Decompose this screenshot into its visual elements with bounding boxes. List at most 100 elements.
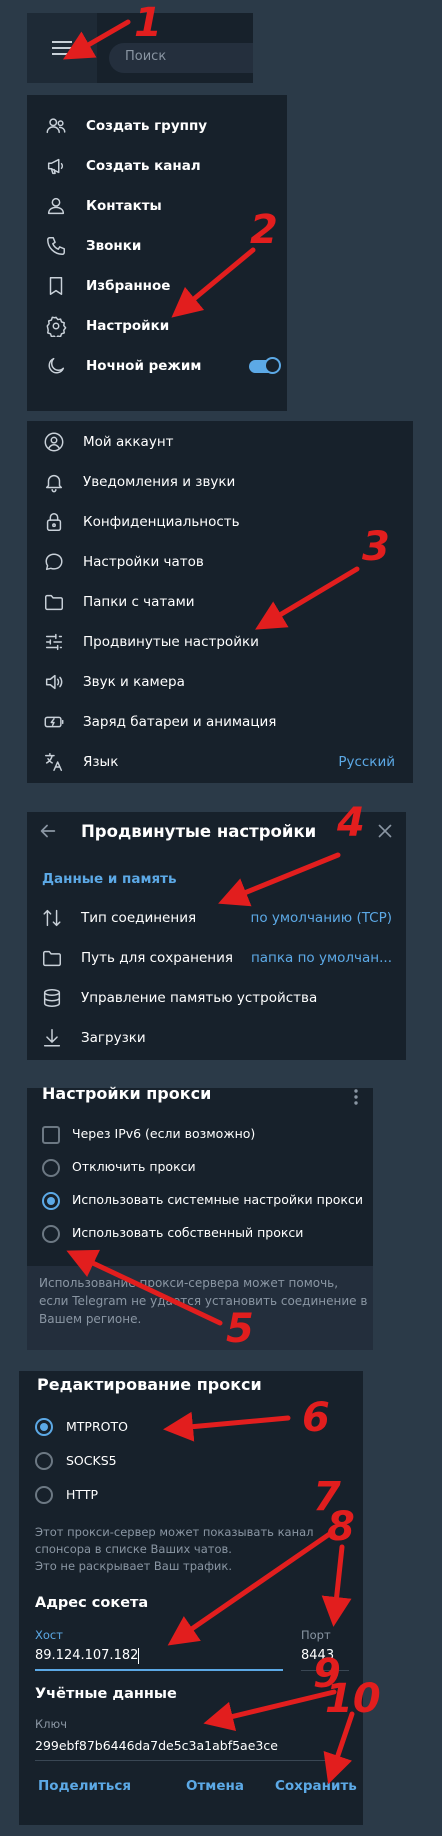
- cancel-button[interactable]: Отмена: [186, 1778, 244, 1794]
- menu-item-label: Звонки: [86, 238, 142, 254]
- menu-item-label: Создать группу: [86, 118, 208, 134]
- settings-item-account[interactable]: Мой аккаунт: [27, 422, 413, 462]
- ipv6-checkbox[interactable]: [42, 1126, 60, 1144]
- back-button[interactable]: [37, 820, 63, 846]
- arrows-updown-icon: [41, 907, 63, 929]
- proxy-title: Настройки прокси: [42, 1084, 212, 1103]
- host-label: Хост: [35, 1628, 63, 1642]
- menu-item-create-channel[interactable]: Создать канал: [27, 146, 287, 186]
- settings-item-label: Папки с чатами: [83, 594, 195, 610]
- advanced-item-downloads[interactable]: Загрузки: [27, 1018, 406, 1058]
- menu-item-saved[interactable]: Избранное: [27, 266, 287, 306]
- radio-mtproto[interactable]: [35, 1418, 53, 1436]
- radio-http[interactable]: [35, 1486, 53, 1504]
- menu-item-label: Контакты: [86, 198, 162, 214]
- settings-item-chat-settings[interactable]: Настройки чатов: [27, 542, 413, 582]
- edit-note-line: спонсора в списке Ваших чатов.: [35, 1542, 232, 1556]
- text-cursor: [138, 1648, 139, 1664]
- host-value: 89.124.107.182: [35, 1648, 139, 1663]
- advanced-settings-panel: Продвинутые настройки Данные и память Ти…: [27, 812, 406, 1060]
- account-icon: [43, 431, 65, 453]
- group-icon: [45, 115, 67, 137]
- save-path-value: папка по умолчан...: [250, 950, 392, 966]
- annotation-number: 4: [337, 800, 365, 846]
- sliders-icon: [43, 631, 65, 653]
- menu-item-label: Ночной режим: [86, 358, 202, 374]
- bookmark-icon: [45, 275, 67, 297]
- settings-item-folders[interactable]: Папки с чатами: [27, 582, 413, 622]
- menu-item-label: Избранное: [86, 278, 171, 294]
- socket-heading: Адрес сокета: [35, 1595, 149, 1611]
- settings-item-label: Конфиденциальность: [83, 514, 240, 530]
- bell-icon: [43, 471, 65, 493]
- menu-item-settings[interactable]: Настройки: [27, 306, 287, 346]
- vertical-dots-icon: [354, 1089, 358, 1105]
- menu-item-night-mode[interactable]: Ночной режим: [27, 346, 287, 386]
- radio-socks5[interactable]: [35, 1452, 53, 1470]
- save-button[interactable]: Сохранить: [275, 1778, 357, 1794]
- settings-item-label: Заряд батареи и анимация: [83, 714, 277, 730]
- settings-item-label: Настройки чатов: [83, 554, 204, 570]
- radio-label: MTPROTO: [66, 1419, 128, 1434]
- advanced-item-label: Тип соединения: [81, 910, 197, 926]
- battery-icon: [43, 711, 65, 733]
- advanced-item-save-path[interactable]: Путь для сохранения папка по умолчан...: [27, 938, 406, 978]
- key-input[interactable]: 299ebf87b6446da7de5c3a1abf5ae3ce: [35, 1735, 349, 1761]
- annotation-number: 3: [362, 524, 390, 570]
- moon-icon: [45, 355, 67, 377]
- close-icon: [378, 824, 392, 838]
- settings-item-notifications[interactable]: Уведомления и звуки: [27, 462, 413, 502]
- radio-label: Использовать собственный прокси: [72, 1225, 304, 1240]
- menu-item-create-group[interactable]: Создать группу: [27, 106, 287, 146]
- speaker-icon: [43, 671, 65, 693]
- advanced-item-label: Путь для сохранения: [81, 950, 233, 966]
- close-button[interactable]: [374, 820, 398, 844]
- night-mode-toggle[interactable]: [249, 357, 281, 374]
- folder-icon: [43, 591, 65, 613]
- language-icon: [43, 751, 65, 773]
- settings-panel: Мой аккаунт Уведомления и звуки Конфиден…: [27, 421, 413, 783]
- radio-label: SOCKS5: [66, 1453, 117, 1468]
- menu-item-contacts[interactable]: Контакты: [27, 186, 287, 226]
- gear-icon: [45, 315, 67, 337]
- settings-item-battery[interactable]: Заряд батареи и анимация: [27, 702, 413, 742]
- share-button[interactable]: Поделиться: [38, 1778, 131, 1794]
- settings-item-sound-camera[interactable]: Звук и камера: [27, 662, 413, 702]
- host-input[interactable]: 89.124.107.182: [35, 1645, 283, 1671]
- menu-item-label: Настройки: [86, 318, 170, 334]
- advanced-item-storage[interactable]: Управление памятью устройства: [27, 978, 406, 1018]
- proxy-settings-panel: Настройки прокси Через IPv6 (если возмож…: [27, 1084, 373, 1350]
- radio-custom-proxy[interactable]: [42, 1225, 60, 1243]
- radio-disable-proxy[interactable]: [42, 1159, 60, 1177]
- radio-label: HTTP: [66, 1487, 98, 1502]
- port-label: Порт: [301, 1628, 331, 1642]
- annotation-number: 5: [226, 1306, 254, 1352]
- settings-item-advanced[interactable]: Продвинутые настройки: [27, 622, 413, 662]
- phone-icon: [45, 235, 67, 257]
- menu-item-calls[interactable]: Звонки: [27, 226, 287, 266]
- download-icon: [41, 1027, 63, 1049]
- page-title: Продвинутые настройки: [81, 822, 317, 841]
- back-arrow-icon: [40, 824, 56, 838]
- radio-system-proxy[interactable]: [42, 1192, 60, 1210]
- ipv6-label: Через IPv6 (если возможно): [72, 1126, 256, 1141]
- proxy-note-line: Использование прокси-сервера может помоч…: [39, 1276, 339, 1290]
- contact-icon: [45, 195, 67, 217]
- annotation-number: 8: [327, 1504, 355, 1550]
- radio-label: Использовать системные настройки прокси: [72, 1192, 363, 1207]
- folder-icon: [41, 947, 63, 969]
- settings-item-label: Мой аккаунт: [83, 434, 174, 450]
- settings-item-privacy[interactable]: Конфиденциальность: [27, 502, 413, 542]
- credentials-heading: Учётные данные: [35, 1686, 177, 1702]
- section-heading: Данные и память: [42, 871, 177, 887]
- advanced-item-label: Управление памятью устройства: [81, 990, 318, 1006]
- more-options-button[interactable]: [353, 1088, 363, 1108]
- annotation-number: 1: [134, 0, 162, 46]
- edit-note-line: Это не раскрывает Ваш трафик.: [35, 1559, 232, 1573]
- settings-item-language[interactable]: Язык Русский: [27, 742, 413, 782]
- advanced-item-connection-type[interactable]: Тип соединения по умолчанию (TCP): [27, 898, 406, 938]
- menu-button[interactable]: [27, 13, 97, 83]
- search-input[interactable]: Поиск: [109, 43, 253, 73]
- main-menu: Создать группу Создать канал Контакты Зв…: [27, 95, 287, 411]
- key-value: 299ebf87b6446da7de5c3a1abf5ae3ce: [35, 1738, 278, 1753]
